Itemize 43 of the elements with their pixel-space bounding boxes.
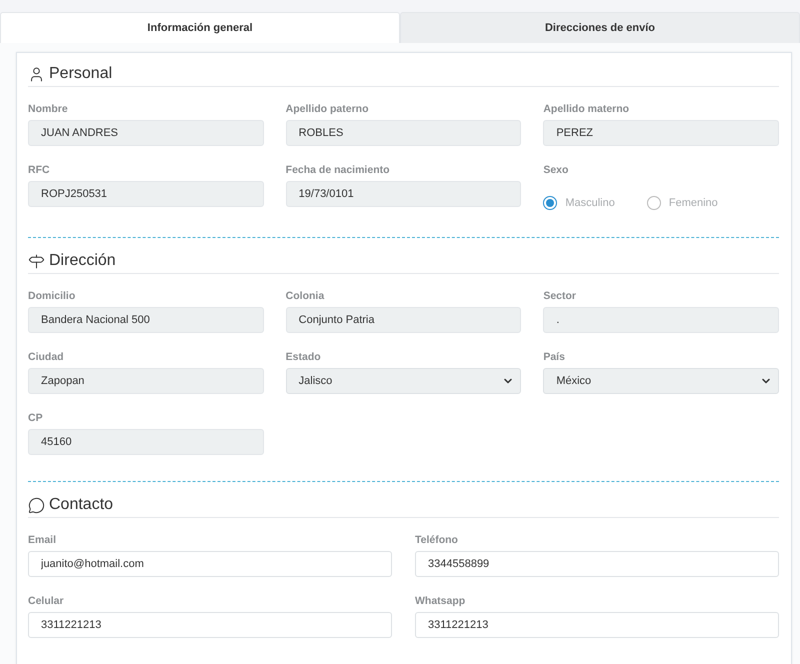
field-label: Whatsapp xyxy=(415,595,466,607)
field-label: Domicilio xyxy=(28,290,76,302)
text-field[interactable]: Zapopan xyxy=(28,368,264,394)
field-label: Colonia xyxy=(286,290,326,302)
text-field[interactable]: 3344558899 xyxy=(415,551,779,577)
field-label: Ciudad xyxy=(28,351,65,363)
field-label: Nombre xyxy=(28,103,69,115)
radio-label: Masculino xyxy=(565,197,615,209)
text-field[interactable]: 3311221213 xyxy=(28,612,392,638)
user-icon xyxy=(28,66,45,82)
dropdown[interactable]: México xyxy=(543,368,779,394)
dropdown[interactable]: Jalisco xyxy=(286,368,522,394)
radio-label: Femenino xyxy=(668,197,718,209)
field-label: RFC xyxy=(28,164,51,176)
text-field[interactable]: 45160 xyxy=(28,429,264,455)
field-label: Apellido paterno xyxy=(286,103,370,115)
field-label: Sexo xyxy=(543,164,570,176)
text-field[interactable]: 3311221213 xyxy=(415,612,779,638)
section-title: Personal xyxy=(49,65,112,83)
field-label: Email xyxy=(28,534,58,546)
field-label: CP xyxy=(28,412,44,424)
field-label: País xyxy=(543,351,566,363)
text-field[interactable]: ROPJ250531 xyxy=(28,181,264,207)
text-field[interactable]: Conjunto Patria xyxy=(286,307,522,333)
text-field[interactable]: . xyxy=(543,307,779,333)
field-label: Fecha de nacimiento xyxy=(286,164,391,176)
speech-bubble-icon xyxy=(28,496,45,514)
tab[interactable]: Direcciones de envío xyxy=(400,12,800,43)
field-label: Apellido materno xyxy=(543,103,630,115)
field-label: Celular xyxy=(28,595,65,607)
tab[interactable]: Información general xyxy=(0,12,400,43)
text-field[interactable]: ROBLES xyxy=(286,120,522,146)
text-field[interactable]: JUAN ANDRES xyxy=(28,120,264,146)
field-label: Teléfono xyxy=(415,534,459,546)
text-field[interactable]: 19/73/0101 xyxy=(286,181,522,207)
section-title: Dirección xyxy=(49,252,116,270)
section-title: Contacto xyxy=(49,496,114,514)
signpost-icon xyxy=(28,252,45,270)
text-field[interactable]: PEREZ xyxy=(543,120,779,146)
field-label: Sector xyxy=(543,290,578,302)
text-field[interactable]: juanito@hotmail.com xyxy=(28,551,392,577)
field-label: Estado xyxy=(286,351,322,363)
text-field[interactable]: Bandera Nacional 500 xyxy=(28,307,264,333)
